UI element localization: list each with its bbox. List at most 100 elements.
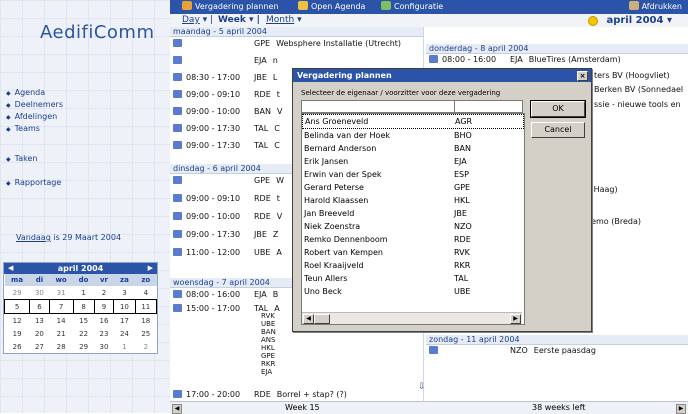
calendar-day[interactable]: 28	[49, 340, 73, 353]
today-icon[interactable]	[588, 16, 598, 26]
nav-deelnemers[interactable]: ◆ Deelnemers	[6, 100, 63, 109]
owner-list-item[interactable]: Niek Zoenstra NZO	[302, 220, 524, 233]
calendar-day[interactable]: 1	[114, 340, 135, 353]
appointment-icon	[173, 212, 182, 220]
owner-list-item[interactable]: Erwin van der Spek ESP	[302, 168, 524, 181]
appointment-title[interactable]: ters BV (Hoogvliet)	[594, 70, 670, 81]
appointment-monday[interactable]: EJA n	[173, 55, 278, 66]
appointment-wednesday[interactable]: 08:00 - 16:00 EJA B	[173, 289, 278, 300]
nav-afdelingen[interactable]: ◆ Afdelingen	[6, 112, 57, 121]
appointment-monday[interactable]: GPE Websphere Installatie (Utrecht)	[173, 38, 401, 49]
calendar-day[interactable]: 2	[94, 286, 114, 300]
owner-list-item[interactable]: Bernard Anderson BAN	[302, 142, 524, 155]
calendar-day[interactable]: 26	[5, 340, 30, 353]
calendar-day[interactable]: 14	[49, 314, 73, 328]
owner-list-item[interactable]: Jan Breeveld JBE	[302, 207, 524, 220]
appointment-title[interactable]: Berken BV (Sonnedael	[594, 84, 683, 95]
appointment-monday[interactable]: 09:00 - 09:10 RDE t	[173, 89, 280, 100]
open-agenda-button[interactable]: Open Agenda	[298, 0, 365, 14]
calendar-day[interactable]: 23	[94, 327, 114, 340]
appointment-monday[interactable]: 09:00 - 17:30 TAL C	[173, 140, 280, 151]
month-selector[interactable]: april 2004 ▾	[606, 14, 672, 27]
owner-list-item[interactable]: Roel Kraaijveld RKR	[302, 259, 524, 272]
calendar-day[interactable]: 11	[134, 299, 158, 314]
today-link[interactable]: Vandaag	[16, 233, 51, 242]
appointment-title[interactable]: ssie - nieuwe tools en	[594, 99, 681, 110]
cancel-button[interactable]: Cancel	[531, 122, 585, 138]
appointment-tuesday[interactable]: 09:00 - 09:10 RDE t	[173, 193, 280, 204]
calendar-day[interactable]: 13	[30, 314, 50, 328]
appointment-sunday[interactable]: NZO Eerste paasdag	[429, 345, 596, 356]
calendar-day[interactable]: 30	[94, 340, 114, 353]
calendar-day[interactable]: 2	[135, 340, 156, 353]
owner-list-item[interactable]: Robert van Kempen RVK	[302, 246, 524, 259]
calendar-day[interactable]: 24	[114, 327, 135, 340]
nav-rapportage[interactable]: ◆ Rapportage	[6, 178, 61, 187]
owner-list-item[interactable]: Remko Dennenboom RDE	[302, 233, 524, 246]
calendar-day[interactable]: 1	[73, 286, 94, 300]
calendar-day[interactable]: 10	[113, 299, 136, 314]
scroll-right-icon[interactable]: ▶	[510, 314, 521, 324]
calendar-day[interactable]: 20	[30, 327, 50, 340]
owner-list-item[interactable]: Gerard Peterse GPE	[302, 181, 524, 194]
owner-list-item[interactable]: Uno Beck UBE	[302, 285, 524, 298]
calendar-day[interactable]: 19	[5, 327, 30, 340]
owner-list[interactable]: Ans Groeneveld AGR Belinda van der Hoek BHO…	[301, 113, 525, 325]
appointment-tuesday[interactable]: 11:00 - 12:00 UBE A	[173, 247, 282, 258]
config-button[interactable]: Configuratie	[381, 0, 443, 14]
owner-list-item[interactable]: Harold Klaassen HKL	[302, 194, 524, 207]
calendar-day[interactable]: 22	[73, 327, 94, 340]
scroll-thumb[interactable]	[314, 314, 330, 324]
calendar-day[interactable]: 6	[29, 299, 50, 314]
calendar-day[interactable]: 29	[5, 286, 30, 300]
calendar-day[interactable]: 3	[114, 286, 135, 300]
scroll-left-icon[interactable]: ◀	[303, 314, 314, 324]
appointment-thursday[interactable]: 08:00 - 16:00 EJA BlueTires (Amsterdam)	[429, 54, 621, 65]
calendar-day[interactable]: 16	[94, 314, 114, 328]
owner-list-item[interactable]: Erik Jansen EJA	[302, 155, 524, 168]
list-hscrollbar[interactable]: ◀ ▶	[302, 312, 522, 324]
calendar-day[interactable]: 18	[135, 314, 156, 328]
nav-teams[interactable]: ◆ Teams	[6, 124, 40, 133]
nav-agenda[interactable]: ◆ Agenda	[6, 88, 45, 97]
owner-list-item[interactable]: Teun Allers TAL	[302, 272, 524, 285]
appointment-wednesday[interactable]: 17:00 - 20:00 RDE Borrel + stap? (?)	[173, 389, 347, 400]
appointment-tuesday[interactable]: GPE W	[173, 175, 284, 186]
appointment-monday[interactable]: 08:30 - 17:00 JBE L	[173, 72, 277, 83]
next-month-icon[interactable]: ▶	[148, 263, 153, 274]
new-meeting-label: Vergadering plannen	[195, 2, 279, 11]
calendar-day[interactable]: 15	[73, 314, 94, 328]
calendar-day[interactable]: 12	[5, 314, 30, 328]
view-day[interactable]: Day ▾ |	[182, 14, 213, 27]
appointment-monday[interactable]: 09:00 - 10:00 BAN V	[173, 106, 282, 117]
close-icon[interactable]: ×	[577, 71, 588, 81]
prev-month-icon[interactable]: ◀	[8, 263, 13, 274]
view-week[interactable]: Week ▾ |	[218, 14, 260, 27]
calendar-day[interactable]: 25	[135, 327, 156, 340]
calendar-day[interactable]: 27	[30, 340, 50, 353]
calendar-day[interactable]: 7	[48, 299, 74, 314]
owner-filter-input[interactable]	[301, 100, 523, 113]
print-button[interactable]: Afdrukken	[628, 0, 682, 14]
calendar-day[interactable]: 30	[30, 286, 50, 300]
owner-list-item[interactable]: Ans Groeneveld AGR	[302, 114, 524, 129]
expand-icon[interactable]: ⇩	[418, 382, 426, 392]
appointment-monday[interactable]: 09:00 - 17:30 TAL C	[173, 123, 280, 134]
calendar-day[interactable]: 9	[93, 299, 115, 314]
appointment-tuesday[interactable]: 09:00 - 10:00 RDE V	[173, 211, 282, 222]
calendar-day[interactable]: 31	[49, 286, 73, 300]
new-meeting-button[interactable]: Vergadering plannen	[182, 0, 278, 14]
appointment-title[interactable]: demo (Breda)	[586, 216, 641, 227]
view-month[interactable]: Month ▾	[266, 14, 302, 27]
calendar-day[interactable]: 29	[73, 340, 94, 353]
ok-button[interactable]: OK	[530, 100, 586, 118]
open-agenda-label: Open Agenda	[311, 2, 366, 11]
calendar-day[interactable]: 5	[3, 299, 31, 314]
calendar-day[interactable]: 8	[72, 299, 95, 314]
owner-list-item[interactable]: Belinda van der Hoek BHO	[302, 129, 524, 142]
nav-taken[interactable]: ◆ Taken	[6, 154, 37, 163]
calendar-day[interactable]: 17	[114, 314, 135, 328]
calendar-day[interactable]: 21	[49, 327, 73, 340]
appointment-tuesday[interactable]: 09:00 - 17:30 JBE Z	[173, 229, 278, 240]
calendar-day[interactable]: 4	[135, 286, 156, 300]
